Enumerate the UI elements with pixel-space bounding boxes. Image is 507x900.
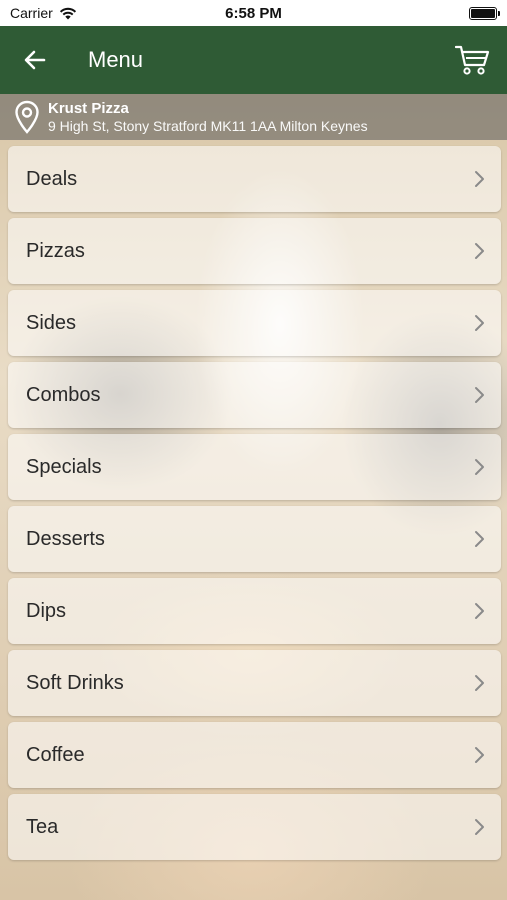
- menu-item-label: Tea: [26, 815, 59, 838]
- chevron-right-icon: [475, 747, 484, 763]
- menu-item-specials[interactable]: Specials: [8, 434, 501, 500]
- chevron-right-icon: [475, 459, 484, 475]
- menu-item-dips[interactable]: Dips: [8, 578, 501, 644]
- menu-item-label: Specials: [26, 455, 102, 478]
- chevron-right-icon: [475, 819, 484, 835]
- menu-item-label: Deals: [26, 167, 78, 190]
- menu-item-label: Dips: [26, 599, 67, 622]
- chevron-right-icon: [475, 387, 484, 403]
- wifi-icon: [59, 7, 76, 20]
- menu-item-desserts[interactable]: Desserts: [8, 506, 501, 572]
- store-name: Krust Pizza: [48, 99, 129, 117]
- menu-item-combos[interactable]: Combos: [8, 362, 501, 428]
- chevron-right-icon: [475, 243, 484, 259]
- menu-item-label: Pizzas: [26, 239, 85, 262]
- chevron-right-icon: [475, 531, 484, 547]
- nav-bar: Menu: [0, 26, 507, 94]
- store-address: 9 High St, Stony Stratford MK11 1AA Milt…: [48, 117, 368, 134]
- menu-item-deals[interactable]: Deals: [8, 146, 501, 212]
- battery-icon: [469, 6, 500, 20]
- location-pin-icon: [15, 100, 39, 134]
- chevron-right-icon: [475, 603, 484, 619]
- cart-icon: [455, 45, 490, 75]
- arrow-left-icon: [24, 50, 46, 70]
- chevron-right-icon: [475, 675, 484, 691]
- menu-item-label: Coffee: [26, 743, 85, 766]
- back-button[interactable]: [0, 26, 70, 94]
- menu-item-label: Desserts: [26, 527, 105, 550]
- location-text: Krust Pizza 9 High St, Stony Stratford M…: [48, 100, 368, 135]
- location-banner: Krust Pizza 9 High St, Stony Stratford M…: [0, 94, 507, 140]
- menu-list: Deals Pizzas Sides Combos Specials Desse…: [8, 146, 501, 866]
- menu-item-label: Soft Drinks: [26, 671, 124, 694]
- status-left: Carrier: [10, 5, 77, 21]
- menu-item-tea[interactable]: Tea: [8, 794, 501, 860]
- chevron-right-icon: [475, 171, 484, 187]
- menu-item-label: Combos: [26, 383, 101, 406]
- menu-item-pizzas[interactable]: Pizzas: [8, 218, 501, 284]
- carrier-label: Carrier: [10, 5, 53, 21]
- page-title: Menu: [88, 47, 144, 72]
- menu-item-soft-drinks[interactable]: Soft Drinks: [8, 650, 501, 716]
- cart-button[interactable]: [453, 40, 493, 80]
- menu-item-label: Sides: [26, 311, 77, 334]
- menu-item-sides[interactable]: Sides: [8, 290, 501, 356]
- chevron-right-icon: [475, 315, 484, 331]
- menu-item-coffee[interactable]: Coffee: [8, 722, 501, 788]
- status-bar: Carrier 6:58 PM: [0, 0, 507, 26]
